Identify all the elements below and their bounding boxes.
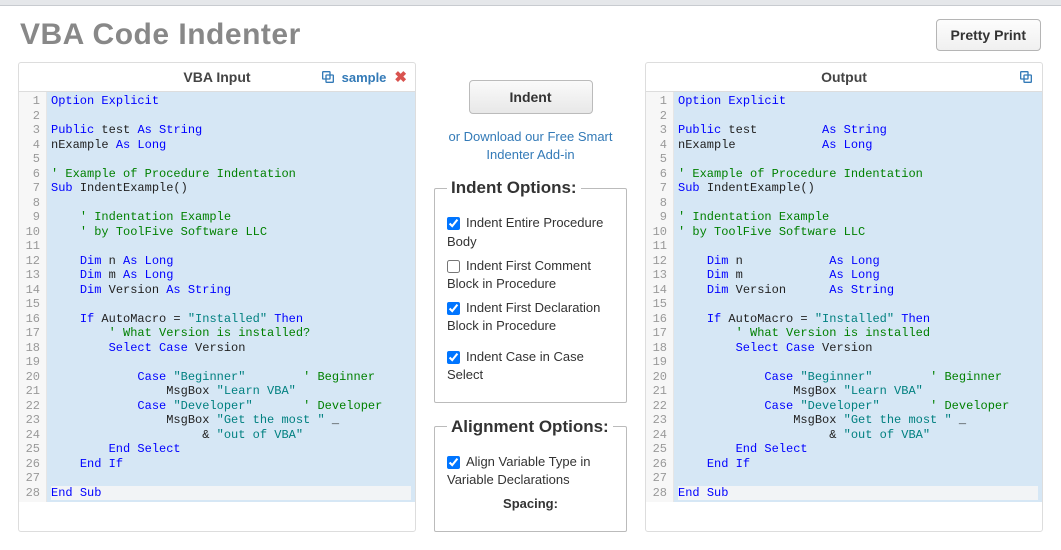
options-column: Indent or Download our Free Smart Indent… [434, 62, 627, 532]
opt-first-comment-checkbox[interactable] [447, 260, 460, 273]
pretty-print-button[interactable]: Pretty Print [936, 19, 1041, 51]
input-panel: VBA Input sample ✖ 123456789101112131415… [18, 62, 416, 532]
page-title: VBA Code Indenter [20, 18, 301, 52]
copy-input-icon[interactable] [320, 69, 336, 85]
opt-align-var-label: Align Variable Type in Variable Declarat… [447, 454, 591, 487]
opt-case-label: Indent Case in Case Select [447, 349, 584, 382]
opt-first-comment-label: Indent First Comment Block in Procedure [447, 258, 591, 291]
opt-indent-body-checkbox[interactable] [447, 217, 460, 230]
spacing-label: Spacing: [447, 495, 614, 513]
download-link[interactable]: or Download our Free Smart Indenter Add-… [434, 128, 627, 164]
sample-link[interactable]: sample [342, 70, 387, 85]
input-code-editor[interactable]: 1234567891011121314151617181920212223242… [19, 92, 415, 502]
indent-options-fieldset: Indent Options: Indent Entire Procedure … [434, 178, 627, 403]
alignment-options-legend: Alignment Options: [447, 417, 613, 437]
alignment-options-fieldset: Alignment Options: Align Variable Type i… [434, 417, 627, 533]
input-panel-header: VBA Input sample ✖ [19, 63, 415, 92]
opt-first-decl-label: Indent First Declaration Block in Proced… [447, 300, 600, 333]
output-panel-header: Output [646, 63, 1042, 92]
opt-first-decl-checkbox[interactable] [447, 302, 460, 315]
opt-indent-body-label: Indent Entire Procedure Body [447, 215, 603, 248]
output-code-viewer[interactable]: 1234567891011121314151617181920212223242… [646, 92, 1042, 502]
opt-align-var-checkbox[interactable] [447, 456, 460, 469]
indent-button[interactable]: Indent [469, 80, 593, 114]
output-panel: Output 123456789101112131415161718192021… [645, 62, 1043, 532]
clear-input-icon[interactable]: ✖ [394, 68, 407, 86]
opt-case-checkbox[interactable] [447, 351, 460, 364]
copy-output-icon[interactable] [1018, 69, 1034, 85]
input-panel-title: VBA Input [183, 69, 250, 85]
indent-options-legend: Indent Options: [447, 178, 581, 198]
header: VBA Code Indenter Pretty Print [0, 6, 1061, 62]
output-panel-title: Output [821, 69, 867, 85]
